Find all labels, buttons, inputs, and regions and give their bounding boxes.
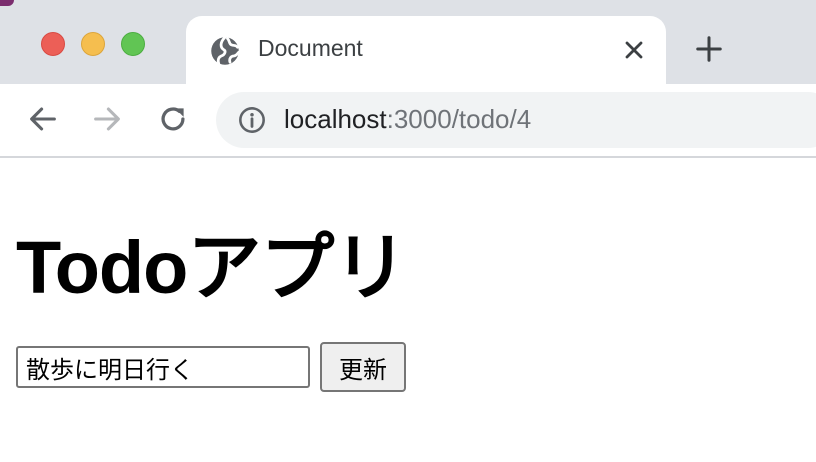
address-bar[interactable]: localhost:3000/todo/4 (216, 92, 816, 148)
arrow-right-icon[interactable] (90, 102, 124, 136)
todo-edit-input[interactable] (16, 346, 310, 388)
url-host: localhost (284, 104, 387, 134)
page-title: Todoアプリ (16, 226, 407, 309)
plus-icon[interactable] (694, 34, 724, 64)
close-icon[interactable] (620, 36, 648, 64)
url-path: :3000/todo/4 (386, 104, 532, 134)
arrow-left-icon[interactable] (26, 102, 60, 136)
window-minimize-button[interactable] (81, 32, 105, 56)
reload-icon[interactable] (156, 102, 190, 136)
tab-document[interactable]: Document (186, 16, 666, 84)
window-zoom-button[interactable] (121, 32, 145, 56)
browser-window: Document localhost:3000/todo/4 Todoアプリ 散… (0, 0, 816, 462)
globe-icon (211, 36, 240, 65)
tab-strip: Document (0, 0, 816, 84)
page-content: Todoアプリ 更新 (0, 158, 816, 462)
update-button[interactable]: 更新 (320, 342, 406, 392)
window-close-button[interactable] (41, 32, 65, 56)
window-corner-accent (0, 0, 14, 6)
address-url[interactable]: localhost:3000/todo/4 (284, 104, 531, 135)
browser-toolbar: localhost:3000/todo/4 (0, 84, 816, 158)
info-icon[interactable] (238, 106, 266, 134)
tab-title: Document (258, 35, 363, 61)
